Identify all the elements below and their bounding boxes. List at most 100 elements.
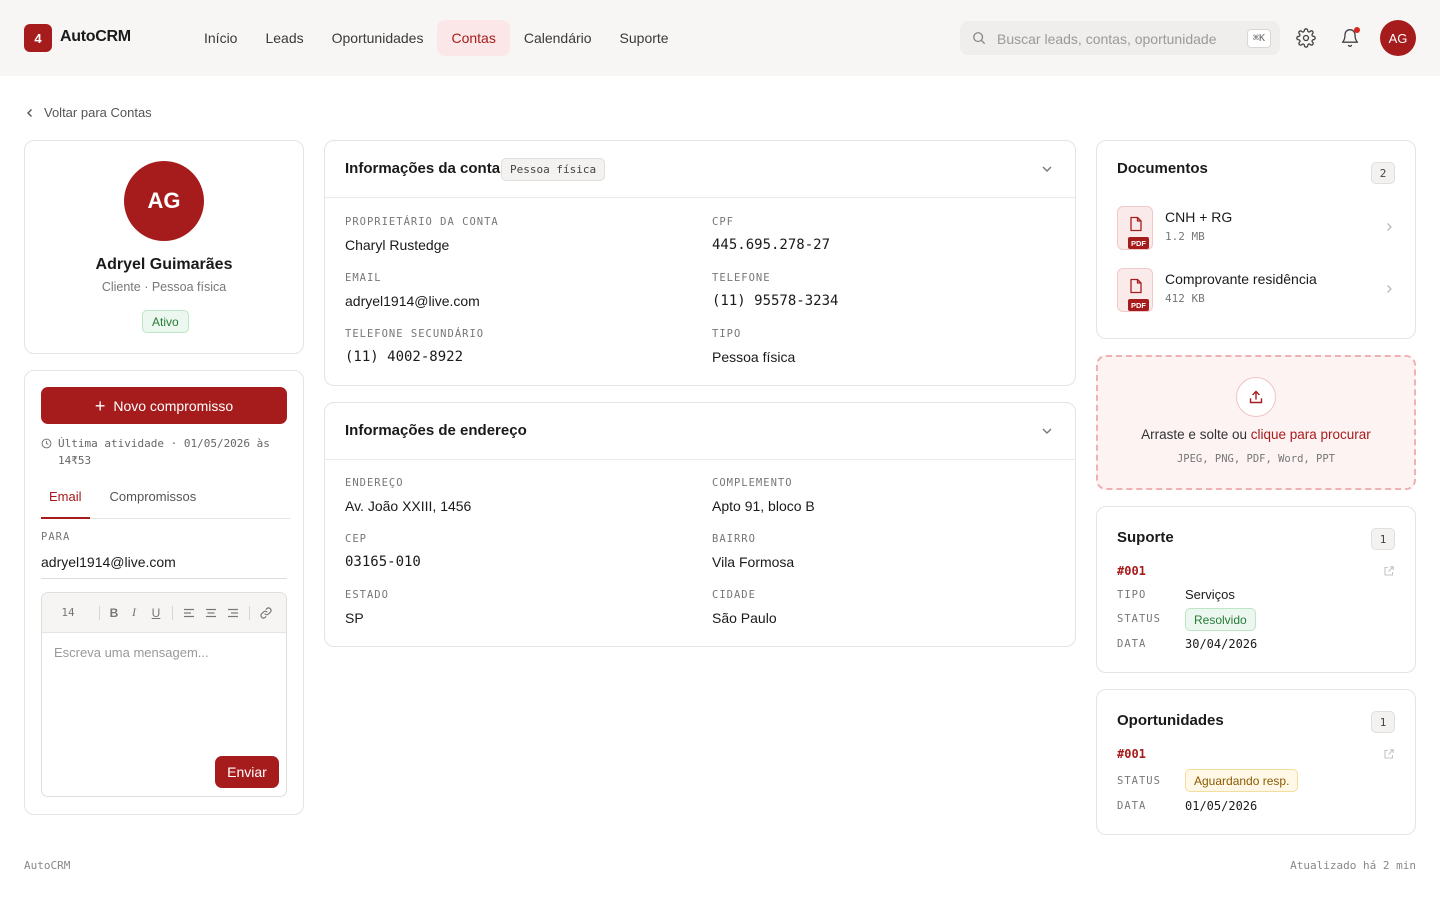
pdf-file-icon: PDF <box>1117 268 1153 312</box>
browse-link[interactable]: clique para procurar <box>1251 427 1371 442</box>
field-value-cpf: 445.695.278-27 <box>712 237 831 253</box>
new-appointment-label: Novo compromisso <box>113 397 234 414</box>
search-shortcut: ⌘K <box>1246 29 1271 48</box>
support-card: Suporte 1 #001 TIPO Serviços STATUS Reso… <box>1096 506 1416 673</box>
nav-item-contas[interactable]: Contas <box>437 20 510 56</box>
top-bar: 4 AutoCRM Início Leads Oportunidades Con… <box>0 0 1440 76</box>
field-label: ESTADO <box>345 589 389 601</box>
activity-tabs: Email Compromissos <box>41 489 290 519</box>
opportunities-card: Oportunidades 1 #001 STATUS Aguardando r… <box>1096 689 1416 835</box>
chevron-down-icon[interactable] <box>1039 161 1055 177</box>
gear-icon[interactable] <box>1296 28 1316 48</box>
profile-card: AG Adryel Guimarães Cliente · Pessoa fís… <box>24 140 304 354</box>
field-label: EMAIL <box>345 272 382 284</box>
link-icon[interactable] <box>259 606 273 620</box>
support-status-label: STATUS <box>1117 613 1161 625</box>
toolbar-divider <box>172 605 173 620</box>
document-item[interactable]: PDF CNH + RG 1.2 MB <box>1117 206 1395 250</box>
nav-item-calendario[interactable]: Calendário <box>510 20 606 56</box>
field-value-complement: Apto 91, bloco B <box>712 498 815 514</box>
nav-item-inicio[interactable]: Início <box>190 20 251 56</box>
nav-item-suporte[interactable]: Suporte <box>606 20 683 56</box>
user-avatar[interactable]: AG <box>1380 20 1416 56</box>
notification-dot <box>1354 27 1360 33</box>
main-nav: Início Leads Oportunidades Contas Calend… <box>190 20 683 56</box>
upload-icon <box>1236 377 1276 417</box>
document-name: CNH + RG <box>1165 209 1233 225</box>
font-size-select[interactable]: 14 <box>42 606 94 619</box>
chevron-down-icon[interactable] <box>1039 423 1055 439</box>
upload-instructions: Arraste e solte ou clique para procurar <box>1098 427 1414 442</box>
send-button[interactable]: Enviar <box>215 756 279 788</box>
footer-updated: Atualizado há 2 min <box>1290 859 1416 872</box>
field-value-phone: (11) 95578-3234 <box>712 293 839 309</box>
opportunity-status-badge: Aguardando resp. <box>1185 769 1299 792</box>
pdf-tag: PDF <box>1128 237 1149 249</box>
upload-text: Arraste e solte ou <box>1141 427 1251 442</box>
search-icon <box>973 32 986 45</box>
to-divider <box>41 578 287 579</box>
back-link[interactable]: Voltar para Contas <box>24 105 152 120</box>
back-link-label: Voltar para Contas <box>44 105 152 120</box>
field-label: TELEFONE SECUNDÁRIO <box>345 328 485 340</box>
field-label: TIPO <box>712 328 742 340</box>
external-link-icon[interactable] <box>1383 748 1395 760</box>
support-ticket-id[interactable]: #001 <box>1117 564 1146 578</box>
address-info-title: Informações de endereço <box>345 422 527 439</box>
align-right-icon[interactable] <box>226 606 240 620</box>
align-left-icon[interactable] <box>182 606 196 620</box>
opportunity-date-label: DATA <box>1117 800 1147 812</box>
external-link-icon[interactable] <box>1383 565 1395 577</box>
field-label: TELEFONE <box>712 272 771 284</box>
support-status-badge: Resolvido <box>1185 608 1256 631</box>
chevron-right-icon <box>1387 223 1392 231</box>
opportunity-id[interactable]: #001 <box>1117 747 1146 761</box>
logo-badge[interactable]: 4 <box>24 24 52 52</box>
documents-title: Documentos <box>1117 160 1208 177</box>
profile-subtitle: Cliente · Pessoa física <box>101 280 227 294</box>
address-info-header[interactable]: Informações de endereço <box>325 403 1075 460</box>
activity-card: + Novo compromisso Última atividade · 01… <box>24 370 304 815</box>
field-value-state: SP <box>345 610 364 626</box>
account-info-card: Informações da conta Pessoa física PROPR… <box>324 140 1076 386</box>
account-info-header[interactable]: Informações da conta Pessoa física <box>325 141 1075 198</box>
to-field[interactable]: adryel1914@live.com <box>41 554 176 570</box>
document-item[interactable]: PDF Comprovante residência 412 KB <box>1117 268 1395 312</box>
underline-icon[interactable]: U <box>145 606 167 620</box>
documents-card: Documentos 2 PDF CNH + RG 1.2 MB PDF Com… <box>1096 140 1416 339</box>
nav-item-oportunidades[interactable]: Oportunidades <box>318 20 438 56</box>
support-title: Suporte <box>1117 529 1174 546</box>
tab-compromissos[interactable]: Compromissos <box>102 489 205 519</box>
field-value-cep: 03165-010 <box>345 554 421 570</box>
message-input[interactable]: Escreva uma mensagem... <box>54 645 209 660</box>
document-name: Comprovante residência <box>1165 271 1317 287</box>
italic-icon[interactable]: I <box>123 605 145 620</box>
upload-dropzone[interactable]: Arraste e solte ou clique para procurar … <box>1096 355 1416 490</box>
last-activity: Última atividade · 01/05/2026 às 14₹53 <box>41 435 281 469</box>
pdf-file-icon: PDF <box>1117 206 1153 250</box>
search-placeholder: Buscar leads, contas, oportunidade <box>997 31 1217 47</box>
tab-email[interactable]: Email <box>41 489 90 519</box>
align-center-icon[interactable] <box>204 606 218 620</box>
field-value-neighborhood: Vila Formosa <box>712 554 795 570</box>
field-value-secondary-phone: (11) 4002-8922 <box>345 349 464 365</box>
support-type-value: Serviços <box>1185 587 1235 602</box>
field-value-city: São Paulo <box>712 610 777 626</box>
plus-icon: + <box>94 395 106 416</box>
opportunity-date-value: 01/05/2026 <box>1185 799 1258 813</box>
app-name[interactable]: AutoCRM <box>60 28 131 46</box>
field-label: CEP <box>345 533 367 545</box>
field-value-address: Av. João XXIII, 1456 <box>345 498 472 514</box>
address-info-card: Informações de endereço ENDEREÇO Av. Joã… <box>324 402 1076 647</box>
new-appointment-button[interactable]: + Novo compromisso <box>41 387 287 424</box>
bold-icon[interactable]: B <box>105 606 123 620</box>
opportunities-count: 1 <box>1371 711 1395 733</box>
search-input[interactable]: Buscar leads, contas, oportunidade ⌘K <box>960 21 1280 55</box>
status-badge: Ativo <box>142 310 189 333</box>
upload-file-types: JPEG, PNG, PDF, Word, PPT <box>1176 453 1336 465</box>
toolbar-divider <box>249 605 250 620</box>
nav-item-leads[interactable]: Leads <box>251 20 317 56</box>
footer-brand: AutoCRM <box>24 859 71 872</box>
field-label: CPF <box>712 216 734 228</box>
field-value-owner: Charyl Rustedge <box>345 237 450 253</box>
